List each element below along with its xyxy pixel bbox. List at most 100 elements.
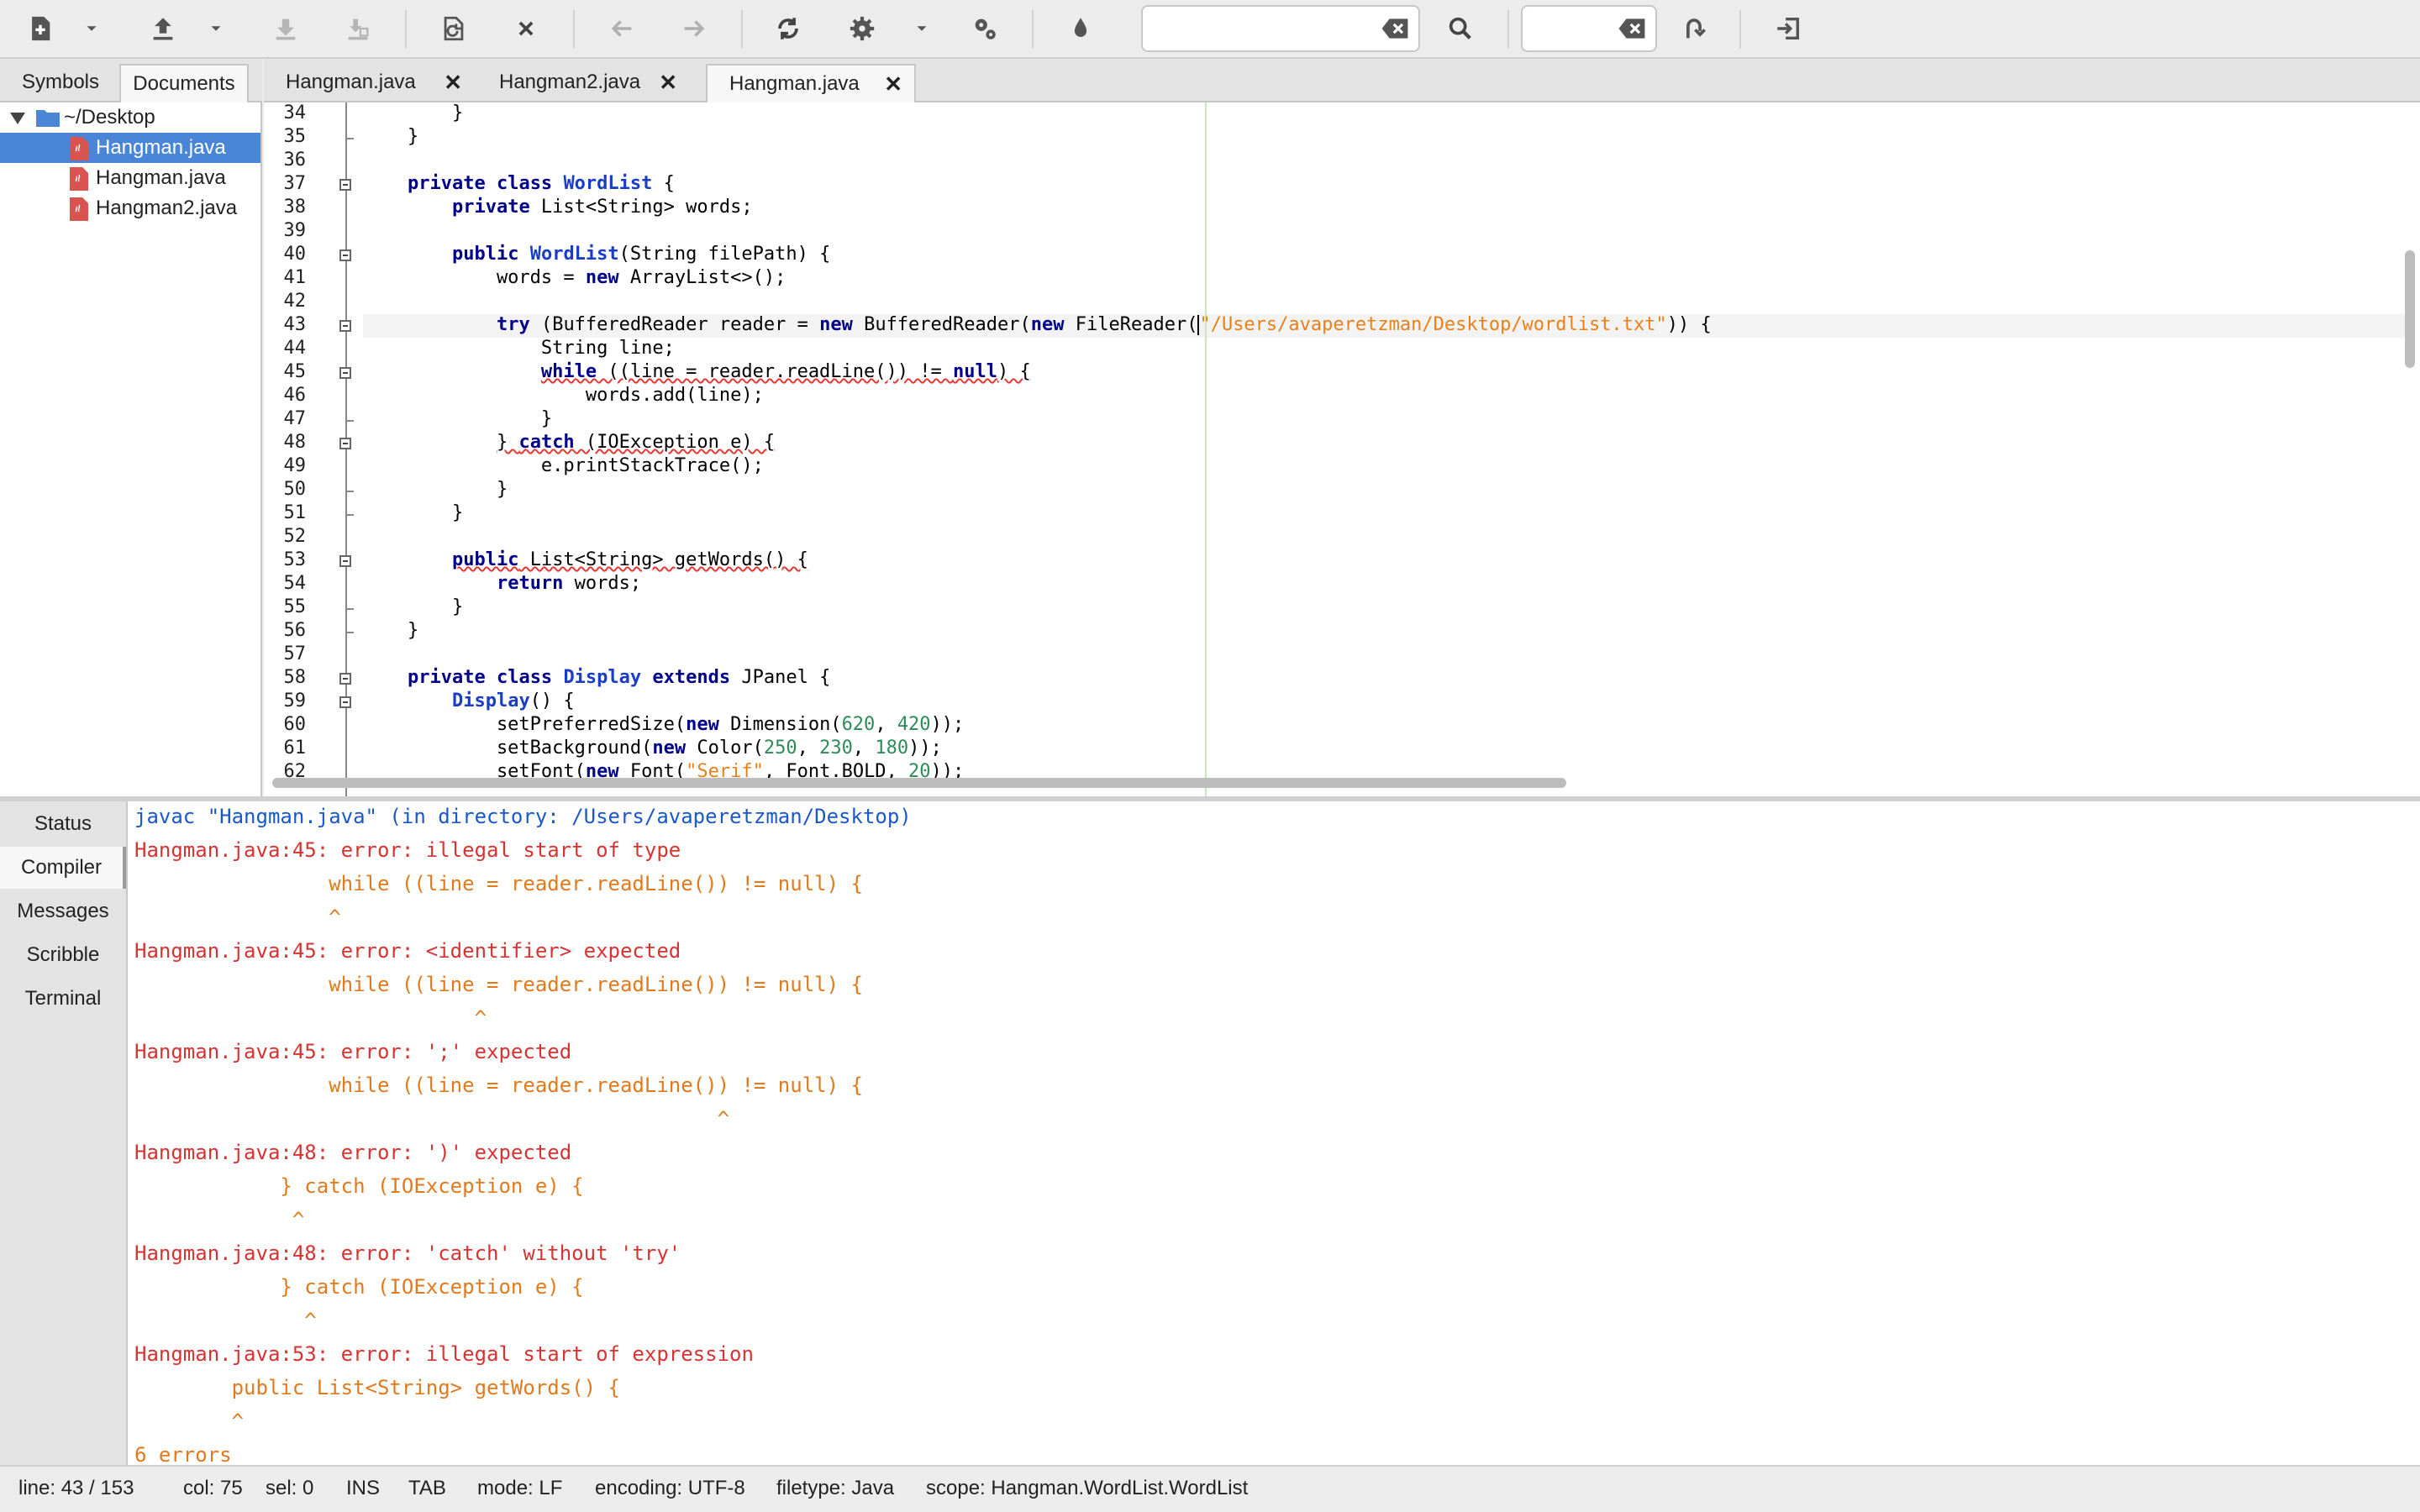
code-line[interactable]: } — [363, 126, 418, 147]
compiler-message-line[interactable]: ^ — [134, 906, 340, 929]
compiler-output[interactable]: javac "Hangman.java" (in directory: /Use… — [128, 801, 2420, 1465]
open-recent-icon[interactable] — [202, 7, 230, 50]
search-input[interactable] — [1141, 5, 1420, 52]
code-line[interactable]: setBackground(new Color(250, 230, 180)); — [363, 738, 942, 759]
tab-scribble[interactable]: Scribble — [0, 934, 126, 976]
compiler-message-line[interactable]: } catch (IOException e) { — [134, 1174, 583, 1198]
code-line[interactable]: } — [363, 620, 418, 641]
tab-close-icon[interactable]: ✕ — [444, 64, 462, 101]
tab-symbols[interactable]: Symbols — [7, 64, 114, 102]
tab-compiler[interactable]: Compiler — [0, 847, 126, 889]
compiler-message-line[interactable]: } catch (IOException e) { — [134, 1275, 583, 1299]
fold-toggle-icon[interactable] — [339, 179, 351, 191]
code-line[interactable]: public WordList(String filePath) { — [363, 244, 830, 265]
compiler-message-line[interactable]: Hangman.java:48: error: ')' expected — [134, 1141, 571, 1164]
code-line[interactable]: public List<String> getWords() { — [363, 549, 808, 570]
code-line[interactable]: } — [363, 408, 552, 429]
tab-status[interactable]: Status — [0, 803, 126, 845]
build-options-icon[interactable] — [908, 7, 936, 50]
compiler-message-line[interactable]: Hangman.java:45: error: illegal start of… — [134, 838, 681, 862]
tab-close-icon[interactable]: ✕ — [884, 66, 902, 102]
quit-icon[interactable] — [1766, 7, 1810, 50]
clear-goto-icon[interactable] — [1617, 15, 1647, 42]
new-from-template-icon[interactable] — [77, 7, 106, 50]
fold-toggle-icon[interactable] — [339, 673, 351, 685]
color-chooser-icon[interactable] — [1059, 7, 1102, 50]
compiler-message-line[interactable]: ^ — [134, 1006, 487, 1030]
compiler-message-line[interactable]: Hangman.java:53: error: illegal start of… — [134, 1342, 754, 1366]
line-number: 36 — [283, 150, 307, 171]
compiler-message-line[interactable]: javac "Hangman.java" (in directory: /Use… — [134, 805, 912, 828]
tree-file-hangman[interactable]: Hangman.java — [0, 163, 260, 193]
compiler-message-line[interactable]: ^ — [134, 1208, 304, 1231]
goto-line-icon[interactable] — [1672, 7, 1716, 50]
fold-toggle-icon[interactable] — [339, 249, 351, 261]
tree-file-hangman[interactable]: Hangman.java — [0, 133, 260, 163]
fold-toggle-icon[interactable] — [339, 438, 351, 449]
code-line[interactable]: private class Display extends JPanel { — [363, 667, 830, 688]
vertical-scrollbar[interactable] — [2405, 250, 2415, 368]
tab-close-icon[interactable]: ✕ — [659, 64, 677, 101]
compiler-message-line[interactable]: Hangman.java:45: error: ';' expected — [134, 1040, 571, 1063]
tree-folder-desktop[interactable]: ~/Desktop — [0, 102, 260, 133]
save-all-icon[interactable] — [336, 7, 380, 50]
status-tab: TAB — [408, 1477, 446, 1499]
code-line[interactable]: words = new ArrayList<>(); — [363, 267, 786, 288]
code-line[interactable]: private List<String> words; — [363, 197, 753, 218]
compiler-message-line[interactable]: public List<String> getWords() { — [134, 1376, 620, 1399]
close-icon[interactable] — [504, 7, 548, 50]
compiler-message-line[interactable]: 6 errors — [134, 1443, 232, 1465]
compiler-message-line[interactable]: Hangman.java:45: error: <identifier> exp… — [134, 939, 681, 963]
tab-hangman2-java[interactable]: Hangman2.java ✕ — [477, 64, 689, 102]
compiler-message-line[interactable]: while ((line = reader.readLine()) != nul… — [134, 1074, 863, 1097]
code-line[interactable]: String line; — [363, 338, 675, 359]
expand-arrow-icon[interactable] — [10, 113, 25, 124]
code-line[interactable]: private class WordList { — [363, 173, 675, 194]
code-line[interactable]: while ((line = reader.readLine()) != nul… — [363, 361, 1031, 382]
code-line[interactable]: return words; — [363, 573, 641, 594]
compile-icon[interactable] — [766, 7, 810, 50]
code-line[interactable]: } — [363, 502, 463, 523]
tab-documents[interactable]: Documents — [119, 64, 249, 102]
horizontal-scrollbar[interactable] — [272, 778, 1566, 788]
save-icon[interactable] — [264, 7, 308, 50]
fold-toggle-icon[interactable] — [339, 367, 351, 379]
build-icon[interactable] — [840, 7, 884, 50]
compiler-message-line[interactable]: ^ — [134, 1410, 244, 1433]
code-line[interactable]: } — [363, 479, 508, 500]
fold-toggle-icon[interactable] — [339, 320, 351, 332]
code-line[interactable]: setPreferredSize(new Dimension(620, 420)… — [363, 714, 964, 735]
compiler-message-line[interactable]: while ((line = reader.readLine()) != nul… — [134, 973, 863, 996]
line-number: 41 — [283, 267, 307, 288]
new-file-icon[interactable] — [18, 7, 62, 50]
code-editor[interactable]: } } private class WordList { private Lis… — [264, 102, 2420, 796]
compiler-message-line[interactable]: while ((line = reader.readLine()) != nul… — [134, 872, 863, 895]
run-icon[interactable] — [963, 7, 1007, 50]
code-line[interactable]: } — [363, 596, 463, 617]
tab-hangman-java-active[interactable]: Hangman.java ✕ — [706, 64, 916, 102]
code-line[interactable]: try (BufferedReader reader = new Buffere… — [363, 314, 1712, 335]
compiler-message-line[interactable]: ^ — [134, 1107, 729, 1131]
code-line[interactable]: Display() { — [363, 690, 575, 711]
code-line[interactable]: words.add(line); — [363, 385, 764, 406]
compiler-message-line[interactable]: ^ — [134, 1309, 316, 1332]
code-line[interactable]: } catch (IOException e) { — [363, 432, 775, 453]
fold-toggle-icon[interactable] — [339, 555, 351, 567]
revert-icon[interactable] — [432, 7, 476, 50]
clear-search-icon[interactable] — [1380, 15, 1410, 42]
tab-terminal[interactable]: Terminal — [0, 978, 126, 1020]
fold-toggle-icon[interactable] — [339, 696, 351, 708]
navigate-back-icon[interactable] — [600, 7, 644, 50]
compiler-message-line[interactable]: Hangman.java:48: error: 'catch' without … — [134, 1242, 681, 1265]
line-number: 51 — [283, 502, 307, 523]
code-line[interactable]: } — [363, 102, 463, 123]
search-icon[interactable] — [1439, 7, 1482, 50]
goto-line-input[interactable] — [1521, 5, 1657, 52]
tab-hangman-java[interactable]: Hangman.java ✕ — [264, 64, 474, 102]
navigate-forward-icon[interactable] — [672, 7, 716, 50]
tab-messages[interactable]: Messages — [0, 890, 126, 932]
line-number: 54 — [283, 573, 307, 594]
code-line[interactable]: e.printStackTrace(); — [363, 455, 764, 476]
open-file-icon[interactable] — [141, 7, 185, 50]
tree-file-hangman2[interactable]: Hangman2.java — [0, 193, 260, 223]
